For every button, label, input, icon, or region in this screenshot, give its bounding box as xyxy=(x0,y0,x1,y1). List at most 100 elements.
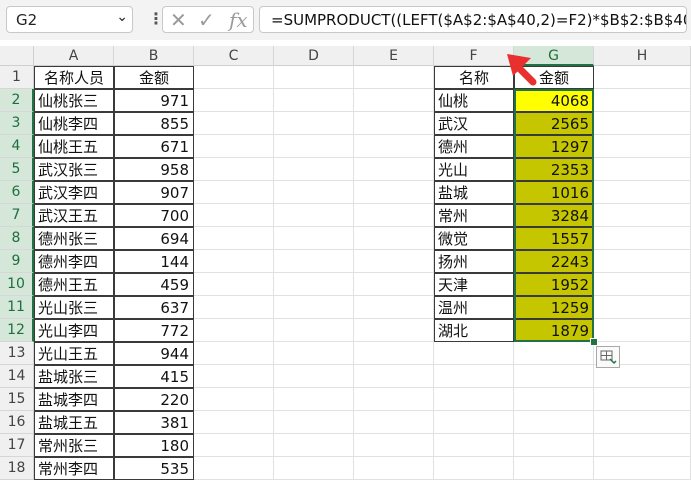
table2-name-cell[interactable]: 德州 xyxy=(434,135,514,158)
cell[interactable] xyxy=(194,112,274,135)
column-header-h[interactable]: H xyxy=(594,46,691,66)
cell[interactable] xyxy=(514,434,594,457)
table1-amount-cell[interactable]: 535 xyxy=(114,457,194,480)
table1-name-cell[interactable]: 武汉李四 xyxy=(34,181,114,204)
cell[interactable] xyxy=(274,89,354,112)
cell[interactable] xyxy=(194,388,274,411)
table1-name-cell[interactable]: 盐城李四 xyxy=(34,388,114,411)
cell[interactable] xyxy=(354,66,434,89)
cancel-icon[interactable]: ✕ xyxy=(170,8,187,32)
chevron-down-icon[interactable]: ⌄ xyxy=(116,9,128,25)
row-header-14[interactable]: 14 xyxy=(0,365,34,388)
row-header-6[interactable]: 6 xyxy=(0,181,34,204)
cell[interactable] xyxy=(354,319,434,342)
row-header-16[interactable]: 16 xyxy=(0,411,34,434)
cell[interactable] xyxy=(514,365,594,388)
cell[interactable] xyxy=(594,89,691,112)
cell[interactable] xyxy=(514,457,594,480)
cell[interactable] xyxy=(514,342,594,365)
row-header-10[interactable]: 10 xyxy=(0,273,34,296)
table2-amount-cell[interactable]: 1557 xyxy=(514,227,594,250)
table1-name-cell[interactable]: 光山王五 xyxy=(34,342,114,365)
table1-name-cell[interactable]: 光山李四 xyxy=(34,319,114,342)
cell[interactable] xyxy=(354,434,434,457)
cell[interactable] xyxy=(274,112,354,135)
row-header-8[interactable]: 8 xyxy=(0,227,34,250)
row-header-13[interactable]: 13 xyxy=(0,342,34,365)
row-header-2[interactable]: 2 xyxy=(0,89,34,112)
cell[interactable] xyxy=(354,227,434,250)
table1-name-cell[interactable]: 德州王五 xyxy=(34,273,114,296)
cell[interactable] xyxy=(354,411,434,434)
select-all-corner[interactable] xyxy=(0,46,34,66)
table2-name-cell[interactable]: 微觉 xyxy=(434,227,514,250)
table1-amount-cell[interactable]: 772 xyxy=(114,319,194,342)
cell[interactable] xyxy=(354,250,434,273)
table1-amount-cell[interactable]: 381 xyxy=(114,411,194,434)
insert-function-icon[interactable]: fx xyxy=(229,8,248,32)
table1-amount-cell[interactable]: 971 xyxy=(114,89,194,112)
row-header-5[interactable]: 5 xyxy=(0,158,34,181)
row-header-17[interactable]: 17 xyxy=(0,434,34,457)
cell[interactable] xyxy=(354,296,434,319)
cell[interactable] xyxy=(274,273,354,296)
column-header-a[interactable]: A xyxy=(34,46,114,66)
cell[interactable] xyxy=(354,204,434,227)
cell[interactable] xyxy=(274,204,354,227)
table1-amount-cell[interactable]: 637 xyxy=(114,296,194,319)
table2-amount-cell[interactable]: 1259 xyxy=(514,296,594,319)
table2-name-cell[interactable]: 湖北 xyxy=(434,319,514,342)
table1-name-cell[interactable]: 常州李四 xyxy=(34,457,114,480)
table1-name-cell[interactable]: 光山张三 xyxy=(34,296,114,319)
cell[interactable] xyxy=(594,181,691,204)
cell[interactable] xyxy=(594,457,691,480)
table1-name-cell[interactable]: 仙桃李四 xyxy=(34,112,114,135)
cell[interactable] xyxy=(594,158,691,181)
column-header-b[interactable]: B xyxy=(114,46,194,66)
cell[interactable] xyxy=(594,66,691,89)
table1-amount-cell[interactable]: 907 xyxy=(114,181,194,204)
table2-name-cell[interactable]: 天津 xyxy=(434,273,514,296)
table1-amount-cell[interactable]: 220 xyxy=(114,388,194,411)
cell[interactable] xyxy=(594,227,691,250)
cell[interactable] xyxy=(354,158,434,181)
table1-header-cell[interactable]: 名称人员 xyxy=(34,66,114,89)
cell[interactable] xyxy=(194,273,274,296)
cell[interactable] xyxy=(594,319,691,342)
cell[interactable] xyxy=(354,181,434,204)
table2-amount-cell[interactable]: 2353 xyxy=(514,158,594,181)
cell[interactable] xyxy=(354,365,434,388)
table2-name-cell[interactable]: 仙桃 xyxy=(434,89,514,112)
cell[interactable] xyxy=(594,135,691,158)
cell[interactable] xyxy=(194,365,274,388)
table2-name-cell[interactable]: 光山 xyxy=(434,158,514,181)
cell[interactable] xyxy=(594,434,691,457)
cell[interactable] xyxy=(274,411,354,434)
fill-handle[interactable] xyxy=(590,338,598,346)
confirm-icon[interactable]: ✓ xyxy=(198,8,215,32)
cell[interactable] xyxy=(194,342,274,365)
table1-name-cell[interactable]: 仙桃张三 xyxy=(34,89,114,112)
table1-amount-cell[interactable]: 694 xyxy=(114,227,194,250)
table1-amount-cell[interactable]: 855 xyxy=(114,112,194,135)
table2-amount-cell[interactable]: 1879 xyxy=(514,319,594,342)
cell[interactable] xyxy=(434,342,514,365)
table1-name-cell[interactable]: 武汉王五 xyxy=(34,204,114,227)
table2-amount-cell[interactable]: 1952 xyxy=(514,273,594,296)
name-box[interactable]: G2 ⌄ xyxy=(6,6,133,33)
row-header-9[interactable]: 9 xyxy=(0,250,34,273)
cell[interactable] xyxy=(194,135,274,158)
cell[interactable] xyxy=(194,158,274,181)
table1-amount-cell[interactable]: 459 xyxy=(114,273,194,296)
cell[interactable] xyxy=(274,296,354,319)
cell[interactable] xyxy=(354,388,434,411)
table1-name-cell[interactable]: 盐城王五 xyxy=(34,411,114,434)
column-header-f[interactable]: F xyxy=(434,46,514,66)
cell[interactable] xyxy=(594,388,691,411)
cell[interactable] xyxy=(434,434,514,457)
table2-name-cell[interactable]: 盐城 xyxy=(434,181,514,204)
cell[interactable] xyxy=(354,457,434,480)
cell[interactable] xyxy=(274,250,354,273)
table1-amount-cell[interactable]: 700 xyxy=(114,204,194,227)
cell[interactable] xyxy=(194,319,274,342)
